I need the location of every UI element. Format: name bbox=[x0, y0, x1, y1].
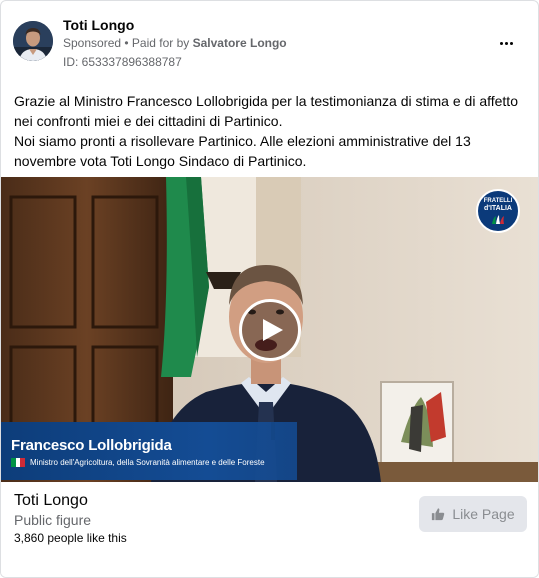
play-icon bbox=[263, 319, 283, 341]
like-page-button[interactable]: Like Page bbox=[419, 496, 527, 532]
sponsored-post-card: Toti Longo Sponsored • Paid for by Salva… bbox=[0, 0, 539, 578]
more-horizontal-icon bbox=[499, 32, 514, 50]
play-button[interactable] bbox=[239, 299, 301, 361]
post-text: Grazie al Ministro Francesco Lollobrigid… bbox=[14, 91, 526, 171]
tricolor-flame-icon bbox=[492, 215, 504, 224]
post-text-line: Grazie al Ministro Francesco Lollobrigid… bbox=[14, 93, 518, 129]
caption-speaker-role: Ministro dell'Agricoltura, della Sovrani… bbox=[30, 457, 265, 467]
more-options-button[interactable] bbox=[494, 29, 518, 53]
video-caption-bar: Francesco Lollobrigida Ministro dell'Agr… bbox=[1, 422, 297, 480]
ad-id: ID: 653337896388787 bbox=[63, 55, 182, 69]
payer-name: Salvatore Longo bbox=[192, 36, 287, 50]
sponsored-line: Sponsored • Paid for by Salvatore Longo bbox=[63, 36, 287, 50]
page-category: Public figure bbox=[14, 512, 92, 528]
thumbs-up-icon bbox=[432, 508, 445, 521]
like-page-label: Like Page bbox=[452, 506, 515, 522]
post-footer: Toti Longo Public figure 3,860 people li… bbox=[1, 482, 538, 577]
italian-flag-icon bbox=[11, 457, 26, 467]
fratelli-ditalia-logo: FRATELLI d'ITALIA bbox=[476, 189, 520, 233]
logo-line-1: FRATELLI bbox=[483, 198, 513, 204]
page-avatar[interactable] bbox=[13, 21, 53, 61]
video-player[interactable]: FRATELLI d'ITALIA Francesco Lollobrigida… bbox=[1, 177, 538, 482]
logo-line-2: d'ITALIA bbox=[484, 205, 512, 212]
footer-page-name[interactable]: Toti Longo bbox=[14, 492, 88, 510]
caption-speaker-name: Francesco Lollobrigida bbox=[11, 437, 172, 454]
post-text-line: Noi siamo pronti a risollevare Partinico… bbox=[14, 133, 471, 169]
avatar-portrait-icon bbox=[13, 21, 53, 61]
separator-dot: • bbox=[121, 36, 132, 50]
paid-for-label: Paid for by bbox=[131, 36, 193, 50]
sponsored-label: Sponsored bbox=[63, 36, 122, 50]
post-header: Toti Longo Sponsored • Paid for by Salva… bbox=[13, 17, 526, 73]
page-like-count: 3,860 people like this bbox=[14, 531, 127, 545]
caption-role-line: Ministro dell'Agricoltura, della Sovrani… bbox=[11, 457, 265, 467]
page-name[interactable]: Toti Longo bbox=[63, 17, 134, 33]
